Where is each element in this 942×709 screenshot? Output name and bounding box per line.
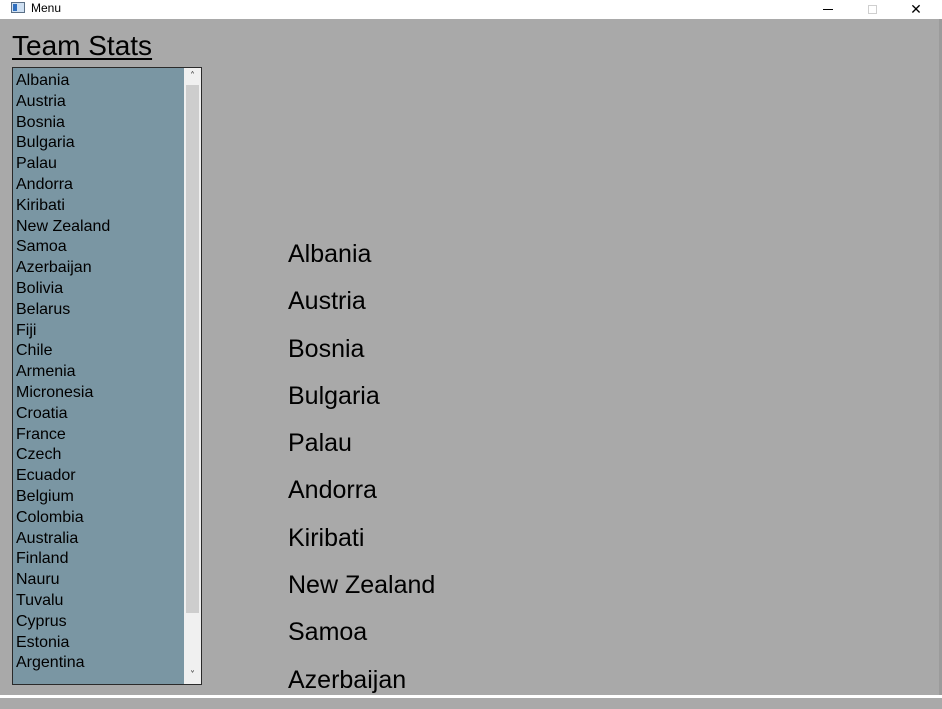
team-list-item[interactable]: Fiji (16, 321, 110, 342)
list-scrollbar[interactable]: ˄ ˅ (184, 68, 201, 684)
maximize-icon (867, 5, 877, 14)
team-list-item[interactable]: Albania (16, 71, 110, 92)
team-list-item[interactable]: Bulgaria (16, 133, 110, 154)
maximize-button[interactable] (850, 0, 894, 19)
team-detail-item: Bosnia (288, 334, 365, 363)
team-list-item[interactable]: Czech (16, 445, 110, 466)
team-list-item[interactable]: Ecuador (16, 466, 110, 487)
team-list-item[interactable]: Austria (16, 92, 110, 113)
team-list-item[interactable]: Samoa (16, 237, 110, 258)
team-detail-item: Azerbaijan (288, 665, 407, 694)
team-detail-item: Austria (288, 287, 366, 316)
team-list-item[interactable]: Finland (16, 549, 110, 570)
team-list-item[interactable]: New Zealand (16, 217, 110, 238)
team-list-item[interactable]: Estonia (16, 633, 110, 654)
window-title: Menu (31, 1, 62, 15)
team-detail-item: Andorra (288, 476, 377, 505)
team-detail-item: Kiribati (288, 523, 365, 552)
title-bar: Menu ✕ (0, 0, 942, 19)
team-listbox[interactable]: Albania Austria Bosnia Bulgaria Palau Andorra… (12, 67, 202, 685)
chevron-down-icon: ˅ (190, 670, 195, 681)
team-detail-item: Bulgaria (288, 381, 380, 410)
team-list-item[interactable]: Palau (16, 154, 110, 175)
scroll-up-button[interactable]: ˄ (184, 68, 201, 85)
minimize-icon (823, 9, 833, 10)
team-detail-item: Palau (288, 429, 352, 458)
team-list-item[interactable]: France (16, 425, 110, 446)
team-list-item[interactable]: Bolivia (16, 279, 110, 300)
team-list-item[interactable]: Australia (16, 529, 110, 550)
close-button[interactable]: ✕ (894, 0, 938, 19)
team-detail-item: New Zealand (288, 571, 436, 600)
app-window-icon (11, 2, 25, 13)
close-icon: ✕ (910, 1, 922, 18)
page-title: Team Stats (12, 30, 153, 61)
team-list-item[interactable]: Kiribati (16, 196, 110, 217)
team-list-item[interactable]: Chile (16, 341, 110, 362)
team-list-item[interactable]: Argentina (16, 653, 110, 674)
chevron-up-icon: ˄ (190, 71, 195, 82)
team-list-item[interactable]: Micronesia (16, 383, 110, 404)
team-list-items: Albania Austria Bosnia Bulgaria Palau Andorra… (16, 71, 110, 674)
team-detail-item: Samoa (288, 618, 368, 647)
team-list-item[interactable]: Tuvalu (16, 591, 110, 612)
team-detail-list: Albania Austria Bosnia Bulgaria Palau Andorra… (288, 236, 435, 709)
team-list-item[interactable]: Armenia (16, 362, 110, 383)
minimize-button[interactable] (806, 0, 850, 19)
team-list-item[interactable]: Azerbaijan (16, 258, 110, 279)
team-list-item[interactable]: Belarus (16, 300, 110, 321)
scroll-down-button[interactable]: ˅ (184, 667, 201, 684)
team-list-item[interactable]: Andorra (16, 175, 110, 196)
team-list-item[interactable]: Croatia (16, 404, 110, 425)
scroll-thumb[interactable] (186, 85, 199, 613)
team-list-item[interactable]: Nauru (16, 570, 110, 591)
team-list-item[interactable]: Bosnia (16, 113, 110, 134)
team-list-item[interactable]: Cyprus (16, 612, 110, 633)
team-list-item[interactable]: Colombia (16, 508, 110, 529)
team-list-item[interactable]: Belgium (16, 487, 110, 508)
team-detail-item: Albania (288, 240, 372, 268)
